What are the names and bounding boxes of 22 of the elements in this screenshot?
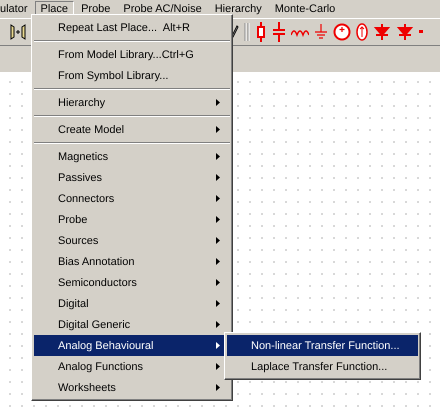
menu-item[interactable]: Passives bbox=[34, 167, 230, 188]
menu-item[interactable]: From Symbol Library... bbox=[34, 65, 230, 86]
menu-item[interactable]: Hierarchy bbox=[34, 92, 230, 113]
menu-item[interactable]: Digital bbox=[34, 293, 230, 314]
menu-bar-item[interactable]: Monte-Carlo bbox=[268, 1, 342, 17]
menu-item[interactable]: Bias Annotation bbox=[34, 251, 230, 272]
menu-item[interactable]: Probe bbox=[34, 209, 230, 230]
menu-bar-item[interactable]: Hierarchy bbox=[208, 1, 268, 17]
menu-item[interactable]: Semiconductors bbox=[34, 272, 230, 293]
menu-item[interactable]: Digital Generic bbox=[34, 314, 230, 335]
menu-item[interactable]: Worksheets bbox=[34, 377, 230, 398]
menu-item[interactable]: From Model Library...Ctrl+G bbox=[34, 44, 230, 65]
menu-bar-item[interactable]: ulator bbox=[0, 1, 34, 17]
menu-item[interactable]: Create Model bbox=[34, 119, 230, 140]
menu-item[interactable]: Sources bbox=[34, 230, 230, 251]
menu-item[interactable]: Magnetics bbox=[34, 146, 230, 167]
menu-item[interactable]: Connectors bbox=[34, 188, 230, 209]
menu-item[interactable]: Non-linear Transfer Function... bbox=[227, 335, 418, 356]
menu-item[interactable]: Repeat Last Place... Alt+R bbox=[34, 17, 230, 38]
menu-bar-item[interactable]: Probe AC/Noise bbox=[117, 1, 208, 17]
menu-bar-item[interactable]: Probe bbox=[75, 1, 116, 17]
menu-item[interactable]: Laplace Transfer Function... bbox=[227, 356, 418, 377]
